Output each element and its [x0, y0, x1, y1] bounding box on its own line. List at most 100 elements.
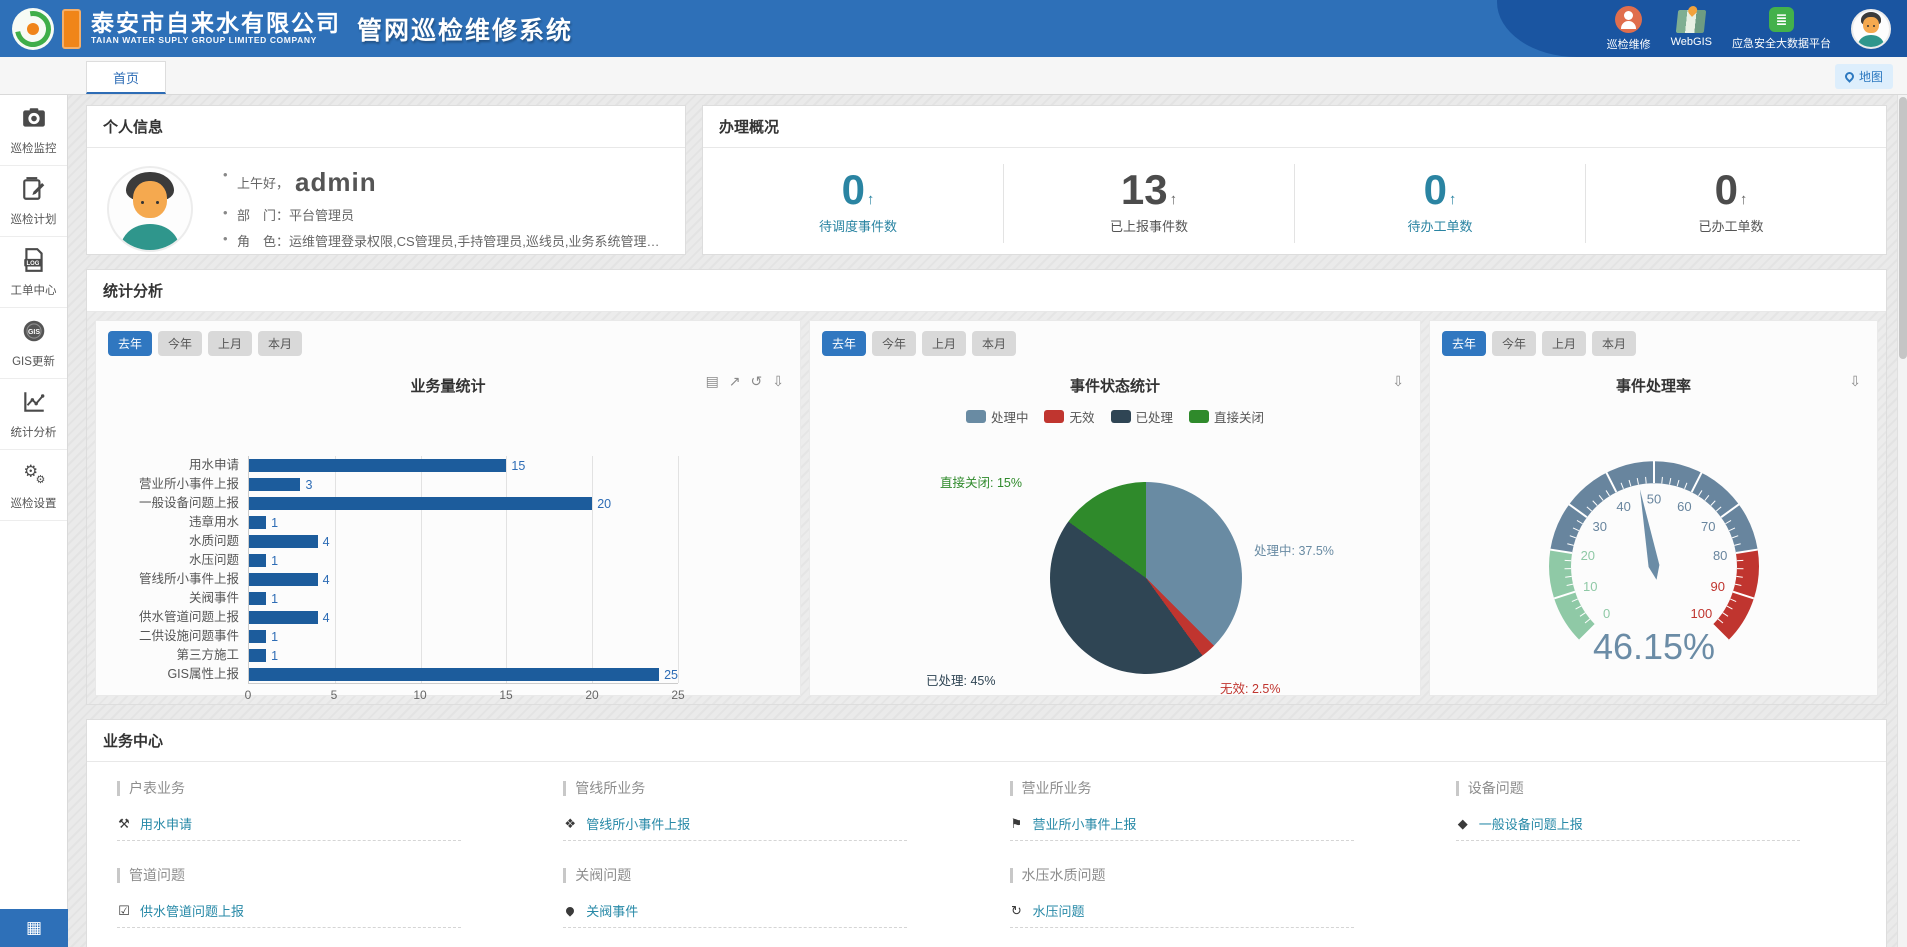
legend-item-处理中[interactable]: 处理中 — [966, 407, 1029, 426]
sidebar-item-label: 统计分析 — [0, 424, 67, 440]
analysis-panel: 统计分析 去年今年上月本月 业务量统计 ▤↗↺⇩ 用水申请营业所小事件上报一般设… — [86, 269, 1887, 705]
bar[interactable] — [249, 554, 266, 567]
business-link-pressure-issue[interactable]: ↻水压问题 — [1010, 901, 1354, 928]
avatar-face — [133, 181, 167, 218]
personal-detail-list: 上午好，admin 部 门：平台管理员 角 色：运维管理登录权限,CS管理员,手… — [223, 160, 663, 257]
bar-chart: 用水申请营业所小事件上报一般设备问题上报违章用水水质问题水压问题管线所小事件上报… — [108, 456, 788, 684]
download-icon[interactable]: ⇩ — [1392, 373, 1404, 390]
map-button[interactable]: 地图 — [1835, 64, 1893, 89]
bar-value-label: 25 — [664, 668, 678, 682]
bar[interactable] — [249, 478, 300, 491]
bar[interactable] — [249, 573, 318, 586]
download-icon[interactable]: ⇩ — [772, 373, 784, 390]
period-tab-本月[interactable]: 本月 — [972, 331, 1016, 356]
svg-text:60: 60 — [1677, 499, 1691, 514]
stat-value: 0↑ — [713, 168, 1003, 212]
legend-item-已处理[interactable]: 已处理 — [1111, 407, 1174, 426]
tab-bar: 首页 地图 — [0, 57, 1907, 95]
gridline — [678, 456, 679, 683]
line-chart-icon[interactable]: ↗ — [729, 373, 741, 390]
bar-value-label: 1 — [271, 649, 278, 663]
bar-chart-icon[interactable]: ▤ — [706, 373, 719, 390]
bar[interactable] — [249, 649, 266, 662]
business-link-office-minor-event[interactable]: ⚑营业所小事件上报 — [1010, 814, 1354, 841]
sidebar-item-inspection-settings[interactable]: ⚙⚙巡检设置 — [0, 450, 67, 521]
bar-category-label: 二供设施问题事件 — [108, 627, 248, 646]
bar[interactable] — [249, 630, 266, 643]
avatar-shirt — [1858, 35, 1883, 48]
header-nav-emergency-platform[interactable]: ≣应急安全大数据平台 — [1732, 7, 1831, 51]
svg-text:50: 50 — [1646, 492, 1660, 507]
header-nav-label: 巡检维修 — [1607, 36, 1651, 52]
bar-value-label: 4 — [323, 611, 330, 625]
business-link-label: 水压问题 — [1033, 901, 1085, 920]
sidebar-item-inspection-plan[interactable]: 巡检计划 — [0, 166, 67, 237]
period-tab-去年[interactable]: 去年 — [822, 331, 866, 356]
business-link-water-apply[interactable]: ⚒用水申请 — [117, 814, 461, 841]
sidebar-item-workorder-center[interactable]: LOG工单中心 — [0, 237, 67, 308]
company-name-en: TAIAN WATER SUPLY GROUP LIMITED COMPANY — [91, 36, 341, 45]
pie-label-直接关闭: 直接关闭: 15% — [940, 472, 1022, 491]
period-tab-本月[interactable]: 本月 — [1592, 331, 1636, 356]
sidebar-item-stats-analysis[interactable]: 统计分析 — [0, 379, 67, 450]
top-row: 个人信息 上午好，admin 部 门：平台管理员 角 色：运维管理登录权限,CS… — [86, 105, 1887, 255]
header-nav-webgis[interactable]: WebGIS — [1671, 10, 1712, 48]
period-tab-今年[interactable]: 今年 — [158, 331, 202, 356]
greeting-text: 上午好， — [237, 176, 289, 191]
header-nav-label: 应急安全大数据平台 — [1732, 35, 1831, 51]
sidebar-collapse-button[interactable]: ▦ — [0, 909, 68, 947]
sidebar-items: 巡检监控巡检计划LOG工单中心GISGIS更新统计分析 ⚙⚙巡检设置 — [0, 95, 67, 521]
bar-row: 25 — [249, 665, 678, 684]
bar-value-label: 1 — [271, 630, 278, 644]
sidebar-item-inspection-monitor[interactable]: 巡检监控 — [0, 95, 67, 166]
period-tab-上月[interactable]: 上月 — [1542, 331, 1586, 356]
stat-value: 13↑ — [1004, 168, 1294, 212]
header-nav-inspection-maintenance[interactable]: 巡检维修 — [1607, 6, 1651, 52]
department-line: 部 门：平台管理员 — [223, 205, 663, 224]
bar-plot-area: 153201414141125 — [248, 456, 678, 684]
legend-swatch — [1189, 410, 1209, 423]
period-tab-今年[interactable]: 今年 — [1492, 331, 1536, 356]
legend-swatch — [1044, 410, 1064, 423]
scrollbar-thumb[interactable] — [1899, 97, 1907, 359]
period-tab-上月[interactable]: 上月 — [922, 331, 966, 356]
bar[interactable] — [249, 516, 266, 529]
flag-icon: ⚑ — [1010, 816, 1024, 832]
vertical-scrollbar[interactable] — [1897, 95, 1907, 947]
user-avatar[interactable] — [1851, 9, 1891, 49]
bar[interactable] — [249, 497, 592, 510]
business-link-pipe-issue-report[interactable]: ☑供水管道问题上报 — [117, 901, 461, 928]
business-link-general-equipment-issue[interactable]: ◆一般设备问题上报 — [1456, 814, 1800, 841]
period-tab-去年[interactable]: 去年 — [1442, 331, 1486, 356]
bar-category-label: 管线所小事件上报 — [108, 570, 248, 589]
overview-title: 办理概况 — [703, 106, 1886, 148]
business-link-label: 关阀事件 — [586, 901, 638, 920]
sidebar-item-gis-update[interactable]: GISGIS更新 — [0, 308, 67, 379]
legend-item-直接关闭[interactable]: 直接关闭 — [1189, 407, 1264, 426]
bar[interactable] — [249, 611, 318, 624]
department-label: 部 门： — [237, 208, 289, 223]
restore-icon[interactable]: ↺ — [751, 373, 763, 390]
bar-row: 4 — [249, 570, 678, 589]
bar-row: 1 — [249, 627, 678, 646]
svg-text:30: 30 — [1592, 519, 1606, 534]
business-link-pipeline-minor-event[interactable]: ❖管线所小事件上报 — [563, 814, 907, 841]
bar-row: 4 — [249, 608, 678, 627]
bar[interactable] — [249, 459, 506, 472]
period-tab-本月[interactable]: 本月 — [258, 331, 302, 356]
tab-home[interactable]: 首页 — [86, 61, 166, 94]
x-tick-label: 20 — [585, 688, 598, 702]
period-tab-去年[interactable]: 去年 — [108, 331, 152, 356]
legend-item-无效[interactable]: 无效 — [1044, 407, 1094, 426]
bar[interactable] — [249, 535, 318, 548]
bar-row: 1 — [249, 646, 678, 665]
bar[interactable] — [249, 668, 659, 681]
bar-value-label: 1 — [271, 516, 278, 530]
business-link-valve-event[interactable]: 关阀事件 — [563, 901, 907, 928]
download-icon[interactable]: ⇩ — [1849, 373, 1861, 390]
period-tab-上月[interactable]: 上月 — [208, 331, 252, 356]
bar-row: 1 — [249, 589, 678, 608]
period-tab-今年[interactable]: 今年 — [872, 331, 916, 356]
company-seal-icon — [62, 9, 81, 49]
bar[interactable] — [249, 592, 266, 605]
